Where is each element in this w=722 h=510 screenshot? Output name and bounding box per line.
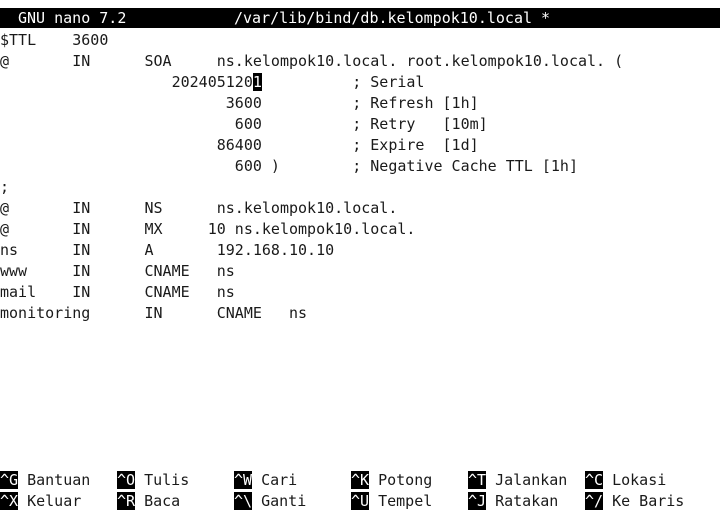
shortcut-cut[interactable]: ^K Potong [351, 470, 432, 491]
shortcut-exit[interactable]: ^X Keluar [0, 491, 81, 510]
editor-line[interactable]: monitoring IN CNAME ns [0, 303, 722, 324]
shortcut-help[interactable]: ^G Bantuan [0, 470, 90, 491]
shortcut-row: ^G Bantuan ^O Tulis ^W Cari ^K Potong ^T… [0, 470, 722, 491]
shortcut-replace[interactable]: ^\ Ganti [234, 491, 306, 510]
shortcut-search[interactable]: ^W Cari [234, 470, 297, 491]
shortcut-location[interactable]: ^C Lokasi [585, 470, 666, 491]
shortcut-bar: ^G Bantuan ^O Tulis ^W Cari ^K Potong ^T… [0, 470, 722, 510]
editor-line[interactable]: 3600 ; Refresh [1h] [0, 93, 722, 114]
shortcut-paste[interactable]: ^U Tempel [351, 491, 432, 510]
file-path: /var/lib/bind/db.kelompok10.local * [234, 9, 551, 27]
editor-line[interactable]: 600 ) ; Negative Cache TTL [1h] [0, 156, 722, 177]
title-bar: GNU nano 7.2 /var/lib/bind/db.kelompok10… [0, 8, 720, 28]
shortcut-justify[interactable]: ^J Ratakan [468, 491, 558, 510]
editor-line[interactable]: www IN CNAME ns [0, 261, 722, 282]
text-cursor: 1 [252, 73, 262, 91]
editor-line[interactable]: mail IN CNAME ns [0, 282, 722, 303]
editor-line[interactable]: @ IN SOA ns.kelompok10.local. root.kelom… [0, 51, 722, 72]
editor-line[interactable]: 600 ; Retry [10m] [0, 114, 722, 135]
editor-line[interactable]: ; [0, 177, 722, 198]
app-version: GNU nano 7.2 [18, 9, 127, 27]
editor-area[interactable]: $TTL 3600 @ IN SOA ns.kelompok10.local. … [0, 30, 722, 324]
editor-line[interactable]: 86400 ; Expire [1d] [0, 135, 722, 156]
shortcut-row: ^X Keluar ^R Baca ^\ Ganti ^U Tempel ^J … [0, 491, 722, 510]
editor-line[interactable]: $TTL 3600 [0, 30, 722, 51]
editor-line[interactable]: @ IN MX 10 ns.kelompok10.local. [0, 219, 722, 240]
shortcut-write[interactable]: ^O Tulis [117, 470, 189, 491]
editor-line[interactable]: ns IN A 192.168.10.10 [0, 240, 722, 261]
editor-line[interactable]: @ IN NS ns.kelompok10.local. [0, 198, 722, 219]
shortcut-goto-line[interactable]: ^/ Ke Baris [585, 491, 684, 510]
shortcut-execute[interactable]: ^T Jalankan [468, 470, 567, 491]
shortcut-read[interactable]: ^R Baca [117, 491, 180, 510]
editor-line-current[interactable]: 2024051201 ; Serial [0, 72, 722, 93]
